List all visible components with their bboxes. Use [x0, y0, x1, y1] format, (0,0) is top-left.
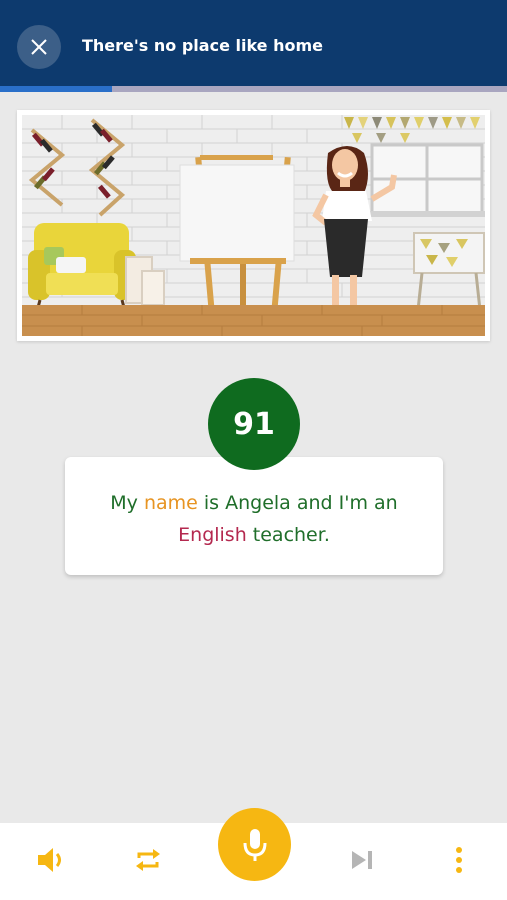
lesson-progress-bar	[0, 86, 507, 92]
header-bar: There's no place like home	[0, 0, 507, 86]
practice-sentence: My name is Angela and I'm an English tea…	[85, 487, 423, 551]
window	[367, 143, 485, 217]
sentence-word: My	[110, 492, 144, 514]
record-microphone-button[interactable]	[218, 808, 291, 881]
classroom-illustration	[22, 115, 485, 336]
sentence-word-partial: name	[143, 492, 198, 514]
repeat-button[interactable]	[128, 840, 168, 880]
sentence-word-wrong: English	[178, 524, 247, 546]
skip-next-button[interactable]	[342, 840, 382, 880]
play-audio-button[interactable]	[32, 840, 72, 880]
close-icon	[31, 39, 47, 55]
skip-next-icon	[352, 851, 372, 869]
wooden-floor	[22, 305, 485, 336]
speaker-icon	[38, 848, 61, 872]
scene-card	[17, 110, 490, 341]
sentence-card: My name is Angela and I'm an English tea…	[65, 457, 443, 575]
close-button[interactable]	[17, 25, 61, 69]
sentence-word: teacher.	[246, 524, 330, 546]
pronunciation-score: 91	[208, 378, 300, 470]
microphone-icon	[243, 828, 266, 861]
more-vertical-icon	[456, 847, 462, 873]
more-options-button[interactable]	[439, 840, 479, 880]
lesson-title: There's no place like home	[82, 36, 323, 55]
repeat-icon	[136, 849, 160, 871]
sentence-word: is Angela and I'm an	[197, 492, 398, 514]
progress-fill	[0, 86, 112, 92]
